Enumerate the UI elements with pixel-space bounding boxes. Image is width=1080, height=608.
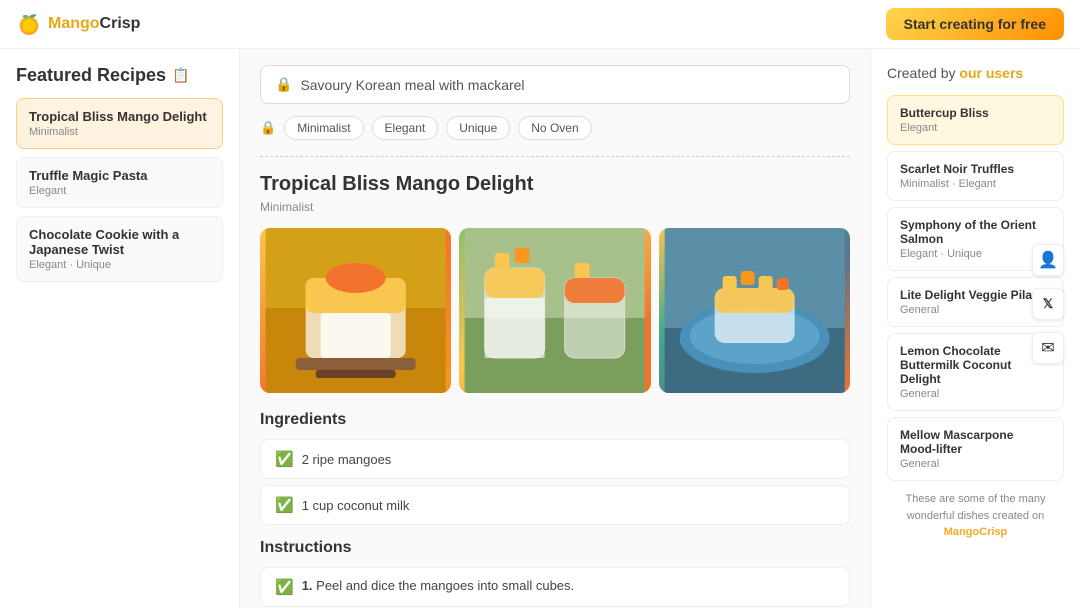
divider [260, 156, 850, 157]
check-icon-1: ✅ [275, 450, 294, 468]
search-bar: 🔒 [260, 65, 850, 104]
recipe-image-1 [260, 228, 451, 393]
tags-lock-icon: 🔒 [260, 120, 276, 136]
tags-row: 🔒 Minimalist Elegant Unique No Oven [260, 116, 850, 140]
user-recipe-6[interactable]: Mellow Mascarpone Mood-lifter General [887, 417, 1064, 481]
footer-note: These are some of the many wonderful dis… [887, 491, 1064, 541]
mango-logo-icon [16, 11, 42, 37]
main-content: 🔒 🔒 Minimalist Elegant Unique No Oven Tr… [240, 49, 870, 608]
instruction-1: ✅ 1. Peel and dice the mangoes into smal… [260, 567, 850, 607]
sidebar-recipe-3[interactable]: Chocolate Cookie with a Japanese Twist E… [16, 216, 223, 282]
search-input[interactable] [300, 77, 835, 93]
logo-text: MangoCrisp [48, 15, 140, 33]
top-bar: MangoCrisp Start creating for free [0, 0, 1080, 49]
lock-icon: 🔒 [275, 76, 292, 93]
tag-no-oven[interactable]: No Oven [518, 116, 591, 140]
cta-button[interactable]: Start creating for free [886, 8, 1064, 40]
sidebar-title: Featured Recipes 📋 [16, 65, 223, 86]
recipe-tag: Minimalist [260, 200, 850, 214]
user-recipe-2[interactable]: Scarlet Noir Truffles Minimalist · Elega… [887, 151, 1064, 201]
created-header: Created by our users [887, 65, 1064, 81]
ingredients-heading: Ingredients [260, 411, 850, 429]
ingredient-2: ✅ 1 cup coconut milk [260, 485, 850, 525]
ingredient-1: ✅ 2 ripe mangoes [260, 439, 850, 479]
sidebar-recipe-1[interactable]: Tropical Bliss Mango Delight Minimalist [16, 98, 223, 149]
email-float-icon[interactable]: ✉ [1032, 332, 1064, 364]
logo: MangoCrisp [16, 11, 140, 37]
floating-icons: 👤 𝕏 ✉ [1032, 244, 1064, 364]
recipe-image-svg-3 [659, 228, 850, 393]
recipe-title: Tropical Bliss Mango Delight [260, 173, 850, 196]
recipe-image-3 [659, 228, 850, 393]
sidebar-title-icon: 📋 [172, 67, 189, 84]
user-recipe-1[interactable]: Buttercup Bliss Elegant [887, 95, 1064, 145]
recipe-image-svg-2 [459, 228, 650, 393]
tag-unique[interactable]: Unique [446, 116, 510, 140]
tag-minimalist[interactable]: Minimalist [284, 116, 363, 140]
sidebar: Featured Recipes 📋 Tropical Bliss Mango … [0, 49, 240, 608]
instructions-heading: Instructions [260, 539, 850, 557]
check-icon-2: ✅ [275, 496, 294, 514]
user-float-icon[interactable]: 👤 [1032, 244, 1064, 276]
check-icon-instr-1: ✅ [275, 578, 294, 596]
recipe-images [260, 228, 850, 393]
twitter-float-icon[interactable]: 𝕏 [1032, 288, 1064, 320]
recipe-image-2 [459, 228, 650, 393]
sidebar-recipe-2[interactable]: Truffle Magic Pasta Elegant [16, 157, 223, 208]
recipe-image-svg-1 [260, 228, 451, 393]
tag-elegant[interactable]: Elegant [372, 116, 439, 140]
